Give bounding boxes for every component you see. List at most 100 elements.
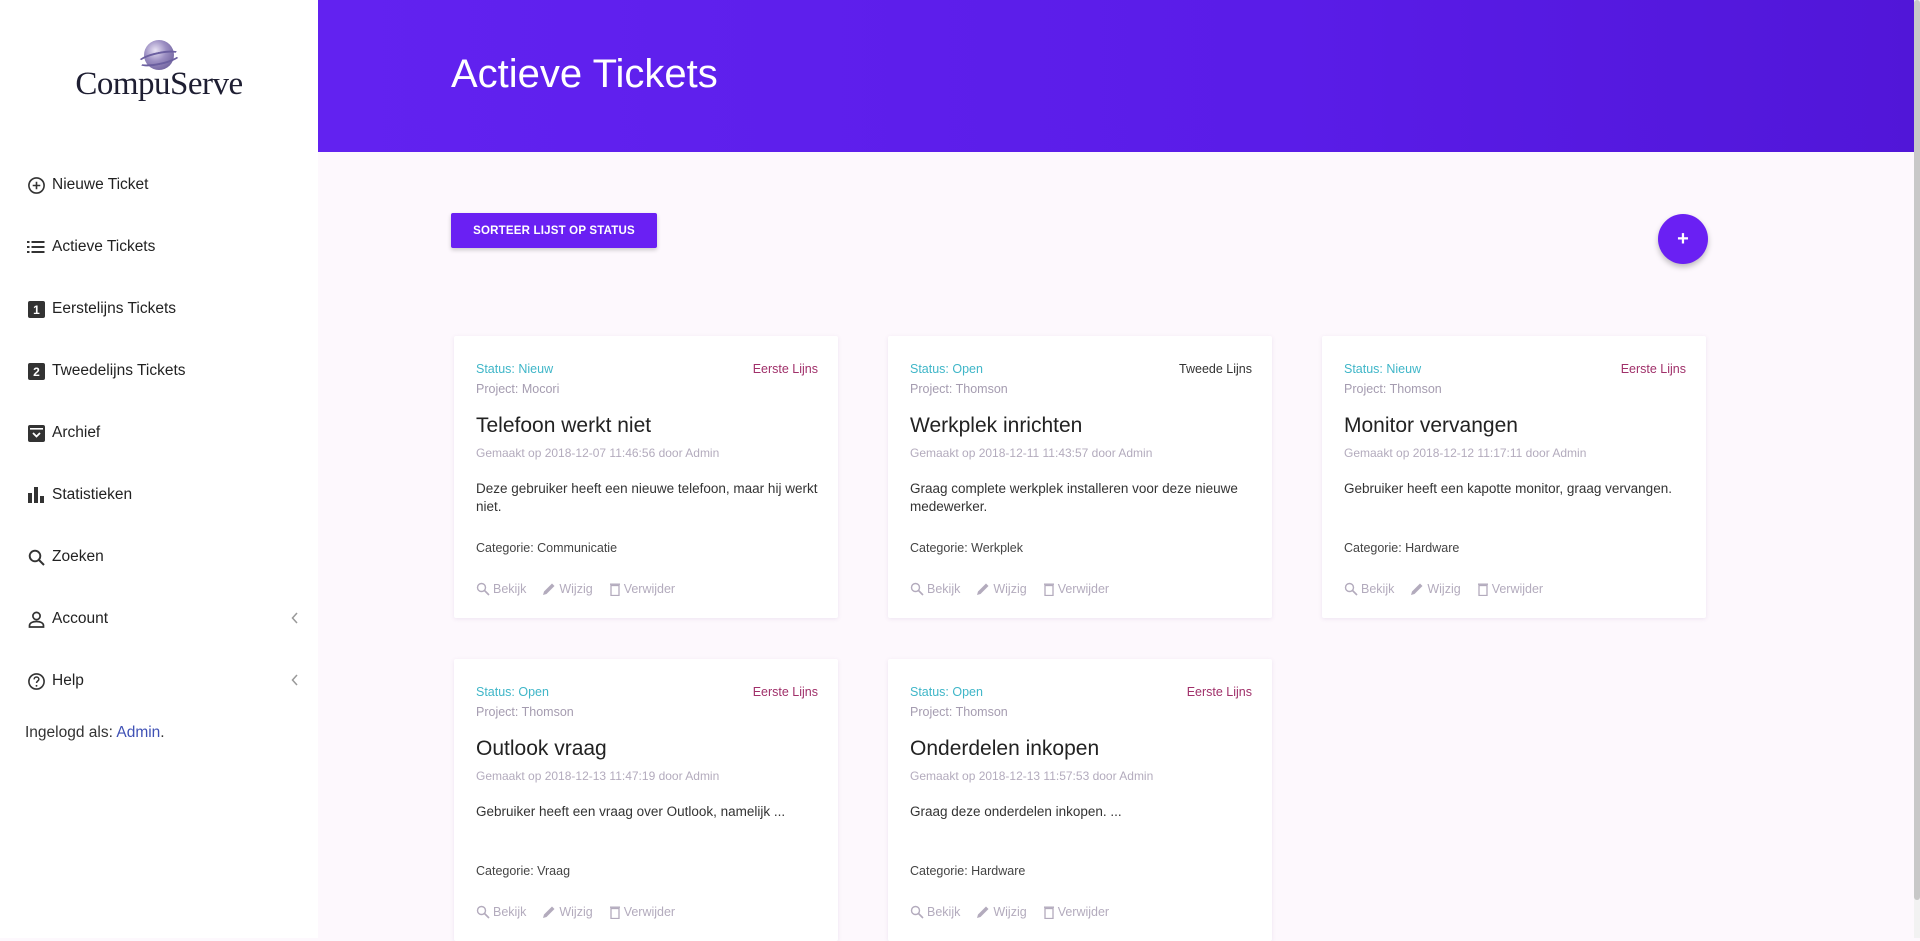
search-icon bbox=[26, 547, 46, 567]
delete-ticket-button[interactable]: Verwijder bbox=[1043, 905, 1109, 919]
user-icon bbox=[26, 609, 46, 629]
pencil-icon bbox=[977, 583, 989, 595]
trash-icon bbox=[609, 906, 620, 919]
ticket-project: Project: Mocori bbox=[476, 382, 560, 396]
ticket-card: Status: Nieuw Eerste Lijns Project: Thom… bbox=[1322, 336, 1706, 618]
sidebar-item-eerstelijns-tickets[interactable]: 1 Eerstelijns Tickets bbox=[0, 278, 318, 340]
ticket-line: Tweede Lijns bbox=[1179, 362, 1252, 376]
sidebar-item-label: Zoeken bbox=[52, 548, 104, 565]
ticket-card: Status: Open Tweede Lijns Project: Thoms… bbox=[888, 336, 1272, 618]
ticket-project: Project: Thomson bbox=[476, 705, 574, 719]
sidebar-item-nieuwe-ticket[interactable]: Nieuwe Ticket bbox=[0, 154, 318, 216]
ticket-meta: Gemaakt op 2018-12-13 11:47:19 door Admi… bbox=[476, 769, 720, 783]
ticket-category: Categorie: Hardware bbox=[910, 864, 1026, 878]
box-glyph: 1 bbox=[33, 303, 40, 317]
view-label: Bekijk bbox=[493, 582, 527, 596]
view-ticket-button[interactable]: Bekijk bbox=[476, 582, 526, 596]
sidebar-item-archief[interactable]: Archief bbox=[0, 402, 318, 464]
view-ticket-button[interactable]: Bekijk bbox=[1344, 582, 1394, 596]
sidebar-item-tweedelijns-tickets[interactable]: 2 Tweedelijns Tickets bbox=[0, 340, 318, 402]
ticket-card: Status: Nieuw Eerste Lijns Project: Moco… bbox=[454, 336, 838, 618]
sort-by-status-button[interactable]: SORTEER LIJST OP STATUS bbox=[451, 213, 657, 248]
ticket-title: Outlook vraag bbox=[476, 737, 607, 760]
view-ticket-button[interactable]: Bekijk bbox=[910, 582, 960, 596]
delete-ticket-button[interactable]: Verwijder bbox=[609, 905, 675, 919]
edit-ticket-button[interactable]: Wijzig bbox=[542, 905, 593, 919]
delete-ticket-button[interactable]: Verwijder bbox=[1477, 582, 1543, 596]
ticket-actions: Bekijk Wijzig Verwijder bbox=[1344, 582, 1543, 596]
edit-label: Wijzig bbox=[993, 905, 1027, 919]
page-scrollbar[interactable] bbox=[1914, 0, 1920, 938]
edit-ticket-button[interactable]: Wijzig bbox=[542, 582, 593, 596]
ticket-card: Status: Open Eerste Lijns Project: Thoms… bbox=[454, 659, 838, 941]
ticket-title: Monitor vervangen bbox=[1344, 414, 1518, 437]
view-ticket-button[interactable]: Bekijk bbox=[910, 905, 960, 919]
delete-label: Verwijder bbox=[623, 905, 676, 919]
main-content: SORTEER LIJST OP STATUS + Status: Nieuw … bbox=[318, 152, 1914, 941]
sidebar-item-account[interactable]: Account bbox=[0, 588, 318, 650]
delete-label: Verwijder bbox=[1491, 582, 1544, 596]
ticket-line: Eerste Lijns bbox=[752, 685, 818, 699]
logged-in-user-link[interactable]: Admin bbox=[116, 724, 160, 741]
sidebar-item-label: Nieuwe Ticket bbox=[52, 176, 149, 193]
logged-in-suffix: . bbox=[160, 724, 165, 741]
ticket-meta: Gemaakt op 2018-12-07 11:46:56 door Admi… bbox=[476, 446, 720, 460]
ticket-project: Project: Thomson bbox=[910, 705, 1008, 719]
page-title: Actieve Tickets bbox=[451, 52, 718, 96]
sidebar-item-zoeken[interactable]: Zoeken bbox=[0, 526, 318, 588]
chevron-left-icon[interactable] bbox=[288, 670, 302, 690]
chevron-left-icon[interactable] bbox=[288, 608, 302, 628]
delete-label: Verwijder bbox=[623, 582, 676, 596]
ticket-title: Onderdelen inkopen bbox=[910, 737, 1100, 760]
sidebar-item-label: Archief bbox=[52, 424, 101, 441]
magnify-icon bbox=[1344, 582, 1358, 596]
bar-chart-icon bbox=[26, 485, 46, 505]
edit-label: Wijzig bbox=[559, 582, 593, 596]
ticket-actions: Bekijk Wijzig Verwijder bbox=[910, 582, 1109, 596]
ticket-line: Eerste Lijns bbox=[752, 362, 818, 376]
ticket-category: Categorie: Vraag bbox=[476, 864, 571, 878]
logo-text: CompuServe bbox=[75, 66, 243, 102]
number-1-box-icon: 1 bbox=[26, 299, 46, 319]
sidebar-item-label: Eerstelijns Tickets bbox=[52, 300, 177, 317]
sidebar-item-help[interactable]: Help bbox=[0, 650, 318, 712]
trash-icon bbox=[1477, 583, 1488, 596]
ticket-status: Status: Open bbox=[476, 685, 549, 699]
delete-ticket-button[interactable]: Verwijder bbox=[609, 582, 675, 596]
edit-label: Wijzig bbox=[559, 905, 593, 919]
archive-icon bbox=[26, 423, 46, 443]
sidebar-item-label: Actieve Tickets bbox=[52, 238, 156, 255]
ticket-description: Gebruiker heeft een kapotte monitor, gra… bbox=[1344, 481, 1672, 496]
ticket-category: Categorie: Werkplek bbox=[910, 541, 1024, 555]
delete-ticket-button[interactable]: Verwijder bbox=[1043, 582, 1109, 596]
compuserve-logo[interactable]: CompuServe bbox=[0, 40, 318, 116]
ticket-title: Werkplek inrichten bbox=[910, 414, 1083, 437]
view-ticket-button[interactable]: Bekijk bbox=[476, 905, 526, 919]
delete-label: Verwijder bbox=[1057, 905, 1110, 919]
ticket-project: Project: Thomson bbox=[910, 382, 1008, 396]
ticket-meta: Gemaakt op 2018-12-12 11:17:11 door Admi… bbox=[1344, 446, 1587, 460]
logged-in-prefix: Ingelogd als: bbox=[25, 724, 117, 741]
list-icon bbox=[26, 237, 46, 257]
view-label: Bekijk bbox=[927, 582, 961, 596]
edit-ticket-button[interactable]: Wijzig bbox=[976, 905, 1027, 919]
scrollbar-thumb[interactable] bbox=[1914, 0, 1920, 900]
magnify-icon bbox=[476, 905, 490, 919]
box-glyph: 2 bbox=[33, 365, 40, 379]
sidebar-item-actieve-tickets[interactable]: Actieve Tickets bbox=[0, 216, 318, 278]
view-label: Bekijk bbox=[927, 905, 961, 919]
sidebar-item-label: Account bbox=[52, 610, 109, 627]
sidebar-item-statistieken[interactable]: Statistieken bbox=[0, 464, 318, 526]
edit-ticket-button[interactable]: Wijzig bbox=[976, 582, 1027, 596]
delete-label: Verwijder bbox=[1057, 582, 1110, 596]
ticket-actions: Bekijk Wijzig Verwijder bbox=[476, 582, 675, 596]
magnify-icon bbox=[910, 905, 924, 919]
add-ticket-button[interactable]: + bbox=[1658, 214, 1708, 264]
trash-icon bbox=[609, 583, 620, 596]
ticket-status: Status: Open bbox=[910, 362, 983, 376]
edit-ticket-button[interactable]: Wijzig bbox=[1410, 582, 1461, 596]
plus-circle-icon bbox=[26, 175, 46, 195]
ticket-description: Deze gebruiker heeft een nieuwe telefoon… bbox=[476, 481, 818, 514]
view-label: Bekijk bbox=[493, 905, 527, 919]
ticket-status: Status: Open bbox=[910, 685, 983, 699]
